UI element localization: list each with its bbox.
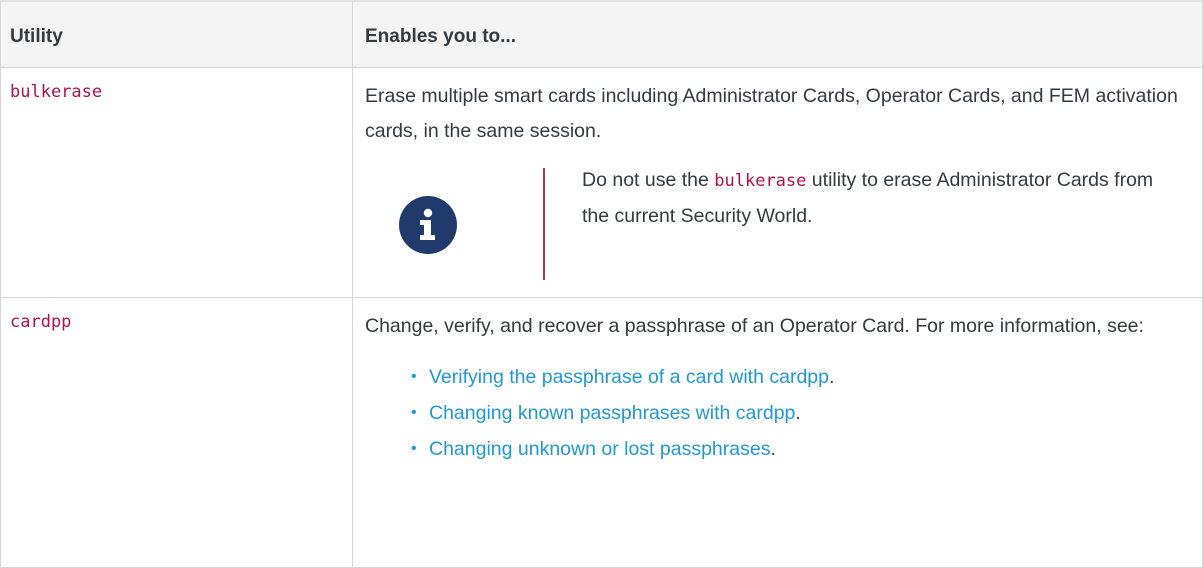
info-note: Do not use the bulkerase utility to eras… xyxy=(365,168,1190,280)
utilities-table: Utility Enables you to... bulkerase Eras… xyxy=(0,0,1203,568)
bullet-icon: • xyxy=(411,404,417,421)
bullet-icon: • xyxy=(411,440,417,457)
row-description: Erase multiple smart cards including Adm… xyxy=(365,85,1178,142)
header-enables-you-to: Enables you to... xyxy=(353,0,1203,68)
table-row: cardpp Change, verify, and recover a pas… xyxy=(0,298,1203,568)
info-icon xyxy=(399,196,457,254)
table-row: bulkerase Erase multiple smart cards inc… xyxy=(0,68,1203,298)
bullet-icon: • xyxy=(411,368,417,385)
link-verifying-passphrase[interactable]: Verifying the passphrase of a card with … xyxy=(429,366,829,388)
note-text: Do not use the bulkerase utility to eras… xyxy=(582,169,1154,227)
list-item: • Changing known passphrases with cardpp. xyxy=(411,395,1190,431)
header-utility: Utility xyxy=(0,0,353,68)
link-list: • Verifying the passphrase of a card with… xyxy=(365,359,1190,467)
utility-name: cardpp xyxy=(10,312,72,332)
list-item: • Changing unknown or lost passphrases. xyxy=(411,431,1190,467)
note-divider xyxy=(543,168,545,280)
link-changing-unknown-passphrases[interactable]: Changing unknown or lost passphrases xyxy=(429,438,770,460)
row-description: Change, verify, and recover a passphrase… xyxy=(365,315,1144,337)
utility-name: bulkerase xyxy=(10,82,103,102)
list-item: • Verifying the passphrase of a card with… xyxy=(411,359,1190,395)
link-changing-known-passphrases[interactable]: Changing known passphrases with cardpp xyxy=(429,402,795,424)
inline-code: bulkerase xyxy=(714,171,807,191)
table-header-row: Utility Enables you to... xyxy=(0,0,1203,68)
